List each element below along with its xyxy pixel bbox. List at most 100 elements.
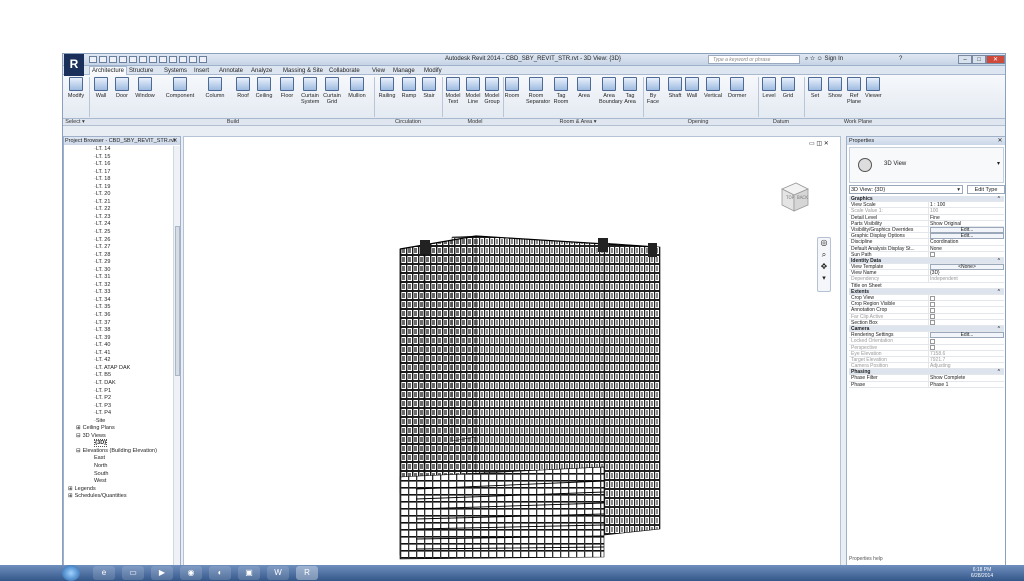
tree-item-level[interactable]: -LT. 38	[64, 327, 174, 335]
sync-icon[interactable]	[109, 56, 117, 63]
expand-icon[interactable]: ⊞	[68, 493, 73, 499]
tree-item-level[interactable]: -LT. 16	[64, 161, 174, 169]
tree-item-level[interactable]: -LT. 24	[64, 221, 174, 229]
tab-modify[interactable]: Modify	[424, 67, 442, 75]
tree-item-level[interactable]: -LT. 25	[64, 229, 174, 237]
restore-view-icon[interactable]: ◫	[816, 141, 822, 147]
property-value[interactable]: Show Complete	[928, 375, 1004, 382]
properties-help-link[interactable]: Properties help	[849, 556, 883, 562]
collapse-icon[interactable]: ⌃	[997, 289, 1001, 295]
tree-item-level[interactable]: -LT. 36	[64, 312, 174, 320]
tree-item-level[interactable]: -Site	[64, 418, 174, 426]
tree-item--3d-[interactable]: {3D}	[64, 439, 174, 448]
tree-item-north[interactable]: North	[64, 463, 174, 471]
ribbon-component-button[interactable]: Component	[164, 77, 196, 99]
property-checkbox[interactable]	[930, 307, 935, 313]
minimize-view-icon[interactable]: ▭	[809, 141, 815, 147]
print-icon[interactable]	[139, 56, 147, 63]
tab-manage[interactable]: Manage	[393, 67, 415, 75]
ribbon-wall-button[interactable]: Wall	[93, 77, 109, 99]
property-value[interactable]: Coordination	[928, 239, 1004, 246]
tree-item-level[interactable]: -LT. ATAP DAK	[64, 365, 174, 373]
property-value[interactable]: Adjusting	[928, 363, 1004, 370]
type-selector[interactable]: 3D View ▾	[849, 147, 1004, 183]
ribbon-ceiling-button[interactable]: Ceiling	[255, 77, 273, 99]
nav-menu-icon[interactable]: ▾	[818, 274, 830, 286]
tree-item-level[interactable]: -LT. DAK	[64, 380, 174, 388]
ribbon-floor-button[interactable]: Floor	[279, 77, 295, 99]
tree-item-west[interactable]: West	[64, 478, 174, 486]
property-checkbox[interactable]	[930, 314, 935, 320]
tree-item-level[interactable]: -LT. 32	[64, 282, 174, 290]
tree-item-level[interactable]: -LT. 37	[64, 320, 174, 328]
panel-label-work-plane[interactable]: Work Plane	[828, 119, 888, 125]
tree-item-schedules-quantities[interactable]: ⊞ Schedules/Quantities	[64, 493, 174, 501]
ribbon-column-button[interactable]: Column	[204, 77, 226, 99]
system-clock[interactable]: 6:18 PM 6/28/2014	[962, 567, 1002, 579]
minimize-button[interactable]: –	[958, 55, 972, 64]
instance-selector[interactable]: 3D View: {3D} ▾	[849, 185, 963, 194]
tree-item-level[interactable]: -LT. 20	[64, 191, 174, 199]
tree-item-level[interactable]: -LT. 40	[64, 342, 174, 350]
pan-icon[interactable]: ✥	[818, 262, 830, 274]
sign-in-label[interactable]: Sign In	[824, 56, 843, 62]
property-value[interactable]: Independent	[928, 276, 1004, 283]
text-icon[interactable]	[159, 56, 167, 63]
ribbon-area-boundary-button[interactable]: Area Boundary	[599, 77, 623, 105]
ribbon-ref-plane-button[interactable]: Ref Plane	[846, 77, 862, 105]
property-value[interactable]: {3D}	[928, 270, 1004, 277]
property-checkbox[interactable]	[930, 345, 935, 350]
taskbar-ie[interactable]: e	[93, 566, 115, 580]
tree-item-level[interactable]: -LT. 28	[64, 252, 174, 260]
navigation-bar[interactable]: ◎ ⌕ ✥ ▾	[817, 237, 831, 292]
tree-item-level[interactable]: -LT. 29	[64, 259, 174, 267]
tab-massing-site[interactable]: Massing & Site	[283, 67, 323, 75]
tree-item-level[interactable]: -LT. B5	[64, 372, 174, 380]
ribbon-roof-button[interactable]: Roof	[235, 77, 251, 99]
taskbar-word[interactable]: W	[267, 566, 289, 580]
tab-architecture[interactable]: Architecture	[89, 66, 128, 75]
collapse-icon[interactable]: ⌃	[997, 258, 1001, 264]
property-checkbox[interactable]	[930, 301, 935, 307]
tree-item-level[interactable]: -LT. 14	[64, 146, 174, 154]
ribbon-model-group-button[interactable]: Model Group	[484, 77, 500, 105]
building-model[interactable]	[184, 137, 842, 567]
property-value[interactable]: 7921.7	[928, 356, 1004, 363]
tree-item-level[interactable]: -LT. 19	[64, 184, 174, 192]
star-icon[interactable]: ☆	[810, 56, 815, 62]
redo-icon[interactable]	[129, 56, 137, 63]
close-button[interactable]: ✕	[986, 55, 1005, 64]
collapse-icon[interactable]: ⌃	[997, 196, 1001, 202]
3d-view-canvas[interactable]: ▭ ◫ ✕ TOP BACK ◎ ⌕ ✥ ▾	[183, 136, 841, 566]
tree-item-3d-views[interactable]: ⊟ 3D Views	[64, 433, 174, 441]
property-value[interactable]: Edit...	[928, 226, 1004, 233]
ribbon-model-line-button[interactable]: Model Line	[465, 77, 481, 105]
binoculars-icon[interactable]: ⌕	[805, 56, 808, 62]
ribbon-area-button[interactable]: Area	[576, 77, 592, 99]
property-edit-button[interactable]: Edit...	[930, 233, 1004, 240]
taskbar-media[interactable]: ▶	[151, 566, 173, 580]
property-value[interactable]: Edit...	[928, 332, 1004, 339]
property-checkbox[interactable]	[930, 338, 935, 344]
collapse-icon[interactable]: ⌃	[997, 326, 1001, 332]
ribbon-model-text-button[interactable]: Model Text	[445, 77, 461, 105]
expand-icon[interactable]: ⊞	[76, 425, 81, 431]
ribbon-level-button[interactable]: Level	[761, 77, 777, 99]
property-edit-button[interactable]: Edit...	[930, 226, 1004, 233]
property-value[interactable]: Edit...	[928, 233, 1004, 240]
steering-wheel-icon[interactable]: ◎	[818, 238, 830, 250]
tree-item-level[interactable]: -LT. P1	[64, 388, 174, 396]
tree-item-level[interactable]: -LT. P2	[64, 395, 174, 403]
chevron-down-icon[interactable]: ▾	[997, 160, 1000, 167]
tab-insert[interactable]: Insert	[194, 67, 209, 75]
measure-icon[interactable]	[149, 56, 157, 63]
ribbon-railing-button[interactable]: Railing	[377, 77, 397, 99]
ribbon-set-button[interactable]: Set	[807, 77, 823, 99]
tree-item-level[interactable]: -LT. 31	[64, 274, 174, 282]
tree-item-legends[interactable]: ⊞ Legends	[64, 486, 174, 494]
sign-in-link[interactable]: ⌕ ☆ ☺ Sign In	[805, 56, 895, 63]
scrollbar-thumb[interactable]	[175, 226, 180, 376]
ribbon-curtain-grid-button[interactable]: Curtain Grid	[323, 77, 341, 105]
ribbon-ramp-button[interactable]: Ramp	[401, 77, 417, 99]
tree-item-level[interactable]: -LT. 23	[64, 214, 174, 222]
